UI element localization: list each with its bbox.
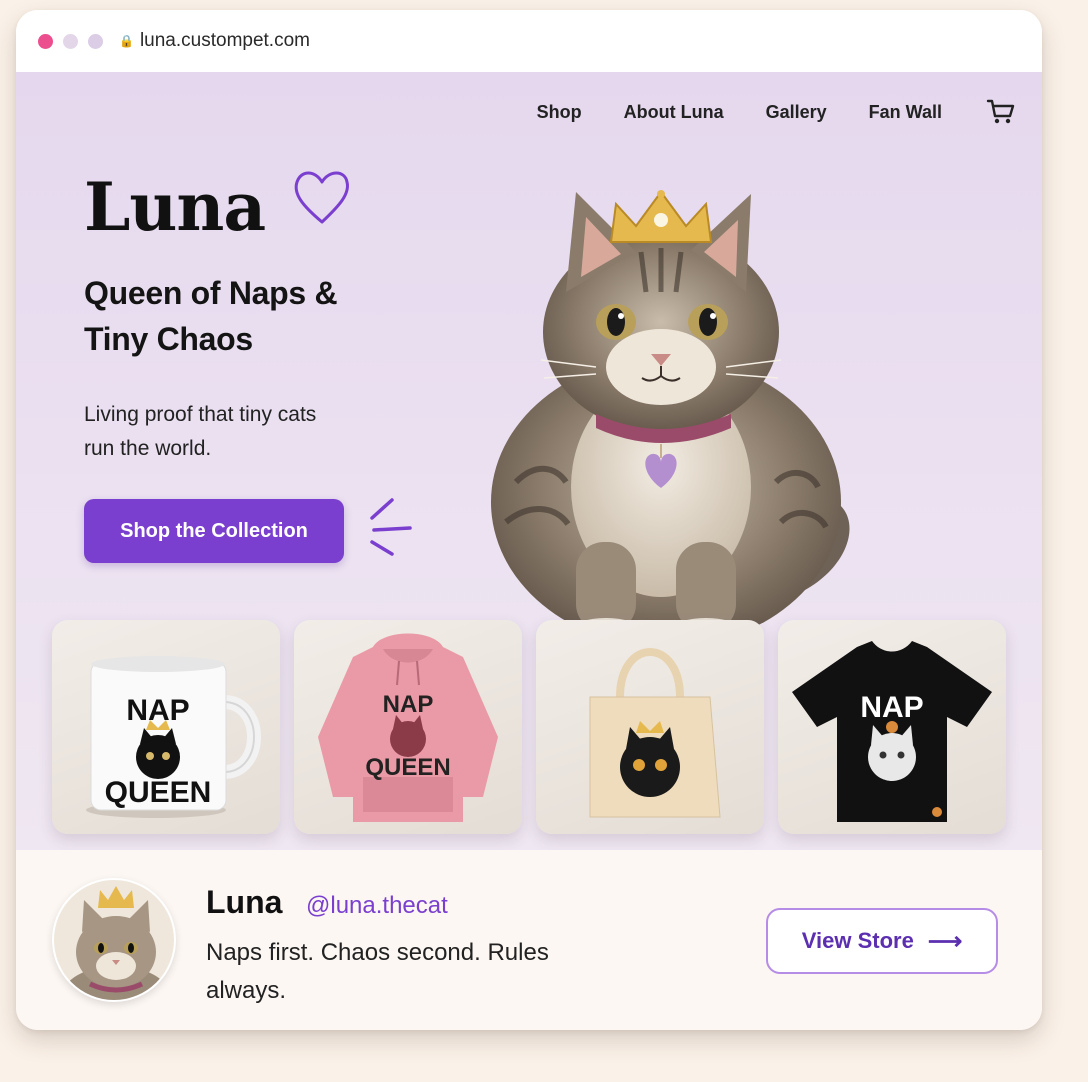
sparkle-lines-icon	[370, 498, 412, 556]
shop-collection-button[interactable]: Shop the Collection	[84, 499, 344, 563]
heart-icon	[294, 171, 350, 224]
nav-shop[interactable]: Shop	[537, 102, 582, 123]
lock-icon: 🔒	[119, 34, 134, 48]
product-card-t-shirt[interactable]: NAP	[778, 620, 1006, 834]
product-row: NAP QUEEN NAP QUEEN NAP	[52, 620, 1020, 834]
hero-section: Shop About Luna Gallery Fan Wall Luna Qu…	[16, 72, 1042, 850]
address-bar[interactable]: 🔒 luna.custompet.com	[119, 30, 310, 52]
svg-text:QUEEN: QUEEN	[365, 754, 450, 781]
view-store-label: View Store	[801, 928, 914, 953]
cart-icon[interactable]	[986, 98, 1016, 126]
product-card-hoodie[interactable]: NAP QUEEN	[294, 620, 522, 834]
nav-fan-wall[interactable]: Fan Wall	[869, 102, 942, 123]
browser-chrome: 🔒 luna.custompet.com	[16, 10, 1042, 72]
svg-text:NAP: NAP	[126, 694, 189, 727]
close-dot[interactable]	[38, 33, 53, 49]
minimize-dot[interactable]	[63, 33, 78, 49]
product-card-tote-bag[interactable]	[536, 620, 764, 834]
hero-tagline: Living proof that tiny cats run the worl…	[84, 403, 317, 460]
nav-gallery[interactable]: Gallery	[766, 102, 827, 123]
svg-text:NAP: NAP	[860, 691, 923, 724]
profile-name: Luna	[206, 884, 283, 920]
hero-title-group: Luna	[84, 168, 355, 246]
hero-cat-image	[491, 190, 850, 642]
product-card-mug[interactable]: NAP QUEEN	[52, 620, 280, 834]
nav-about-luna[interactable]: About Luna	[624, 102, 724, 123]
mug-image: NAP QUEEN	[86, 656, 261, 818]
t-shirt-image: NAP	[792, 641, 992, 822]
svg-text:QUEEN: QUEEN	[105, 776, 212, 809]
svg-text:NAP: NAP	[383, 691, 434, 718]
profile-bio: Naps first. Chaos second. Rules always.	[206, 939, 549, 1004]
hero-title: Luna	[84, 168, 266, 246]
url-text: luna.custompet.com	[139, 30, 310, 51]
top-nav: Shop About Luna Gallery Fan Wall	[495, 98, 1016, 126]
luna-avatar-image	[61, 886, 171, 1000]
hoodie-image: NAP QUEEN	[318, 633, 498, 822]
hero-subtitle: Queen of Naps & Tiny Chaos	[84, 275, 338, 357]
view-store-button[interactable]: View Store ⟶	[766, 908, 998, 974]
profile-card: Luna @luna.thecat Naps first. Chaos seco…	[16, 850, 1042, 1030]
browser-window: 🔒 luna.custompet.com Shop About Luna Gal…	[16, 10, 1042, 1030]
avatar[interactable]	[52, 878, 176, 1002]
tote-bag-image	[589, 648, 721, 818]
arrow-right-icon: ⟶	[927, 927, 963, 955]
maximize-dot[interactable]	[88, 33, 103, 49]
profile-handle[interactable]: @luna.thecat	[306, 892, 448, 920]
